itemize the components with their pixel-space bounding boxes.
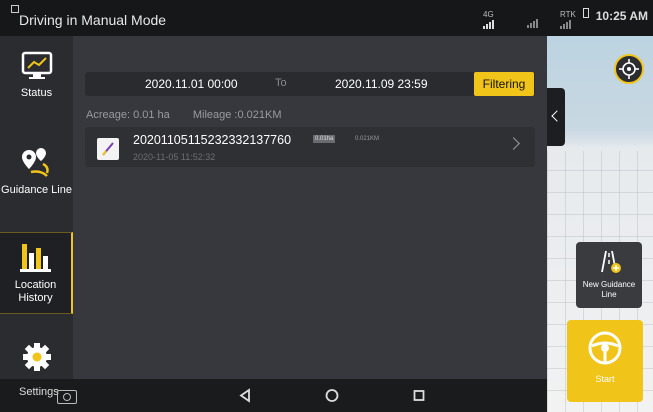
rtk-signal-icon: RTK — [560, 10, 576, 29]
chevron-left-icon — [551, 110, 563, 122]
area-badge: 0.01ha — [313, 135, 336, 143]
battery-icon — [583, 8, 589, 18]
distance-badge: 0.021KM — [355, 136, 380, 142]
sidebar-item-status[interactable]: Status — [0, 48, 73, 108]
collapse-panel-button[interactable] — [547, 88, 565, 146]
date-range-filter: 2020.11.01 00:00 To 2020.11.09 23:59 — [85, 72, 535, 96]
location-history-panel: 2020.11.01 00:00 To 2020.11.09 23:59 Fil… — [73, 36, 547, 379]
route-pin-icon — [21, 148, 49, 177]
home-circle-icon — [325, 389, 339, 402]
app-screen: Driving in Manual Mode 4G RTK 10:25 AM S… — [0, 0, 653, 412]
screenshot-camera-icon[interactable] — [57, 390, 77, 404]
system-nav-bar: Settings — [0, 379, 547, 412]
end-date-field[interactable]: 2020.11.09 23:59 — [335, 77, 428, 91]
to-label: To — [275, 77, 287, 89]
new-guidance-line-label: New Guidance Line — [582, 280, 636, 299]
new-guidance-line-button[interactable]: New Guidance Line — [576, 242, 642, 308]
recents-button[interactable] — [399, 379, 439, 412]
sidebar-item-location-history[interactable]: Location History — [0, 232, 73, 314]
back-triangle-icon — [239, 388, 250, 403]
mileage-total: Mileage :0.021KM — [192, 109, 282, 121]
sidebar: Status Guidance Line Location History — [0, 36, 73, 379]
recents-square-icon — [413, 390, 425, 401]
list-item[interactable]: 20201105115232332137760 2020-11-05 11:52… — [85, 127, 535, 167]
gear-icon — [22, 343, 51, 371]
start-button[interactable]: Start — [567, 320, 643, 402]
locate-button[interactable] — [614, 54, 644, 84]
back-button[interactable] — [225, 379, 265, 412]
bar-chart-icon — [19, 244, 51, 272]
map-view[interactable]: New Guidance Line Start — [547, 36, 653, 412]
road-add-icon — [601, 250, 621, 273]
sidebar-item-settings[interactable] — [0, 342, 73, 379]
status-bar: Driving in Manual Mode 4G RTK 10:25 AM — [0, 0, 653, 36]
notification-icon — [11, 5, 19, 13]
steering-wheel-icon — [588, 331, 622, 365]
clock: 10:25 AM — [595, 9, 648, 23]
network-type-label: 4G — [483, 10, 494, 19]
app-title: Driving in Manual Mode — [19, 12, 167, 28]
crosshair-icon — [619, 59, 639, 79]
cellular-signal-icon: 4G — [483, 10, 494, 29]
start-date-field[interactable]: 2020.11.01 00:00 — [145, 77, 238, 91]
acreage-total: Acreage: 0.01 ha — [86, 109, 170, 121]
start-label: Start — [595, 374, 615, 384]
sidebar-item-guidance-line[interactable]: Guidance Line — [0, 146, 73, 206]
filtering-button[interactable]: Filtering — [474, 72, 534, 96]
summary-row: Acreage: 0.01 ha Mileage :0.021KM — [86, 109, 302, 121]
rtk-label: RTK — [560, 10, 576, 19]
record-name: 20201105115232332137760 — [133, 133, 292, 147]
sidebar-item-settings-label: Settings — [19, 386, 59, 398]
sidebar-item-label: Guidance Line — [1, 184, 72, 196]
sidebar-item-label: Status — [20, 87, 53, 99]
chart-line-icon — [21, 51, 52, 79]
record-date: 2020-11-05 11:52:32 — [133, 152, 216, 162]
sidebar-item-label: Location History — [14, 279, 57, 304]
satellite-signal-icon — [527, 10, 538, 28]
chevron-right-icon — [507, 137, 520, 150]
track-icon — [97, 138, 119, 160]
home-button[interactable] — [312, 379, 352, 412]
